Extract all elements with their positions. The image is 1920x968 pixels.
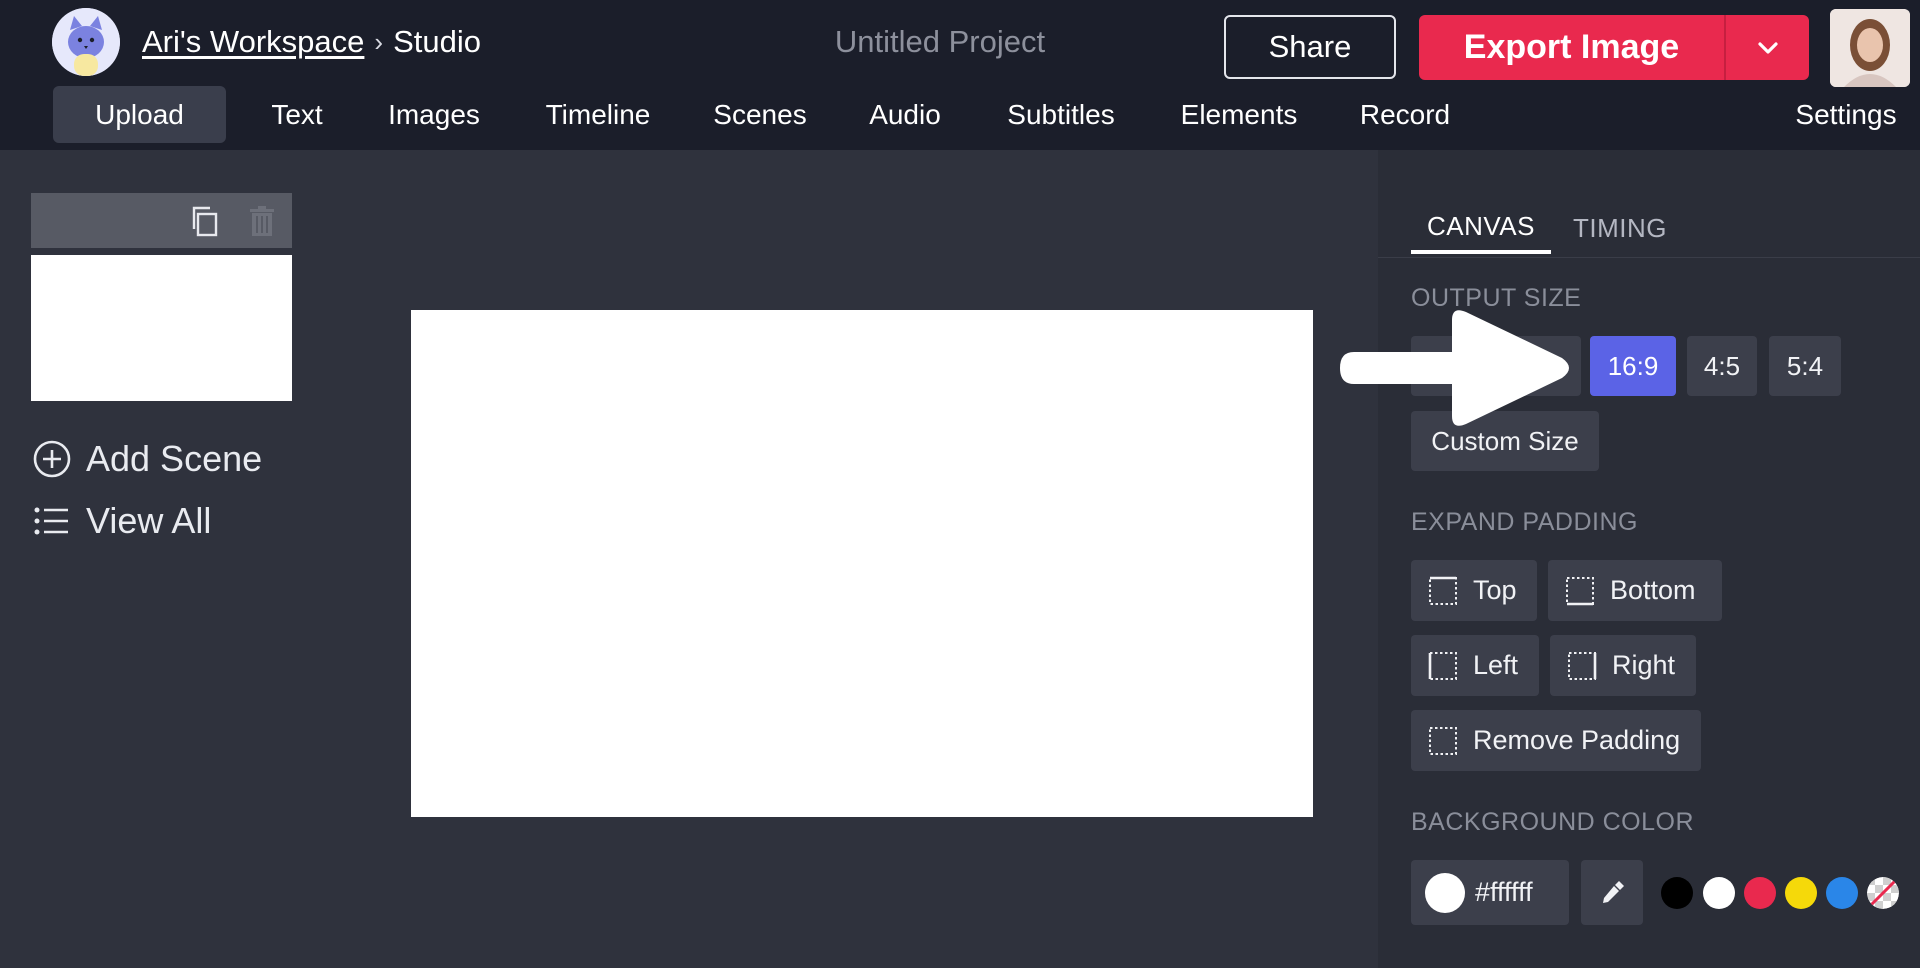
tab-canvas[interactable]: CANVAS xyxy=(1411,202,1551,254)
cat-logo-icon xyxy=(52,8,120,76)
pad-right-icon xyxy=(1568,651,1597,680)
output-size-5-4[interactable]: 5:4 xyxy=(1769,336,1841,396)
pad-bottom-button[interactable]: Bottom xyxy=(1548,560,1722,621)
trash-icon xyxy=(250,206,274,236)
nav-scenes[interactable]: Scenes xyxy=(704,86,816,143)
tab-divider xyxy=(1378,257,1920,258)
eyedropper-button[interactable] xyxy=(1581,860,1643,925)
nav-timeline[interactable]: Timeline xyxy=(534,86,662,143)
pad-left-icon xyxy=(1428,651,1457,680)
chevron-down-icon xyxy=(1757,41,1778,54)
duplicate-scene-button[interactable] xyxy=(187,203,223,239)
eyedropper-icon xyxy=(1603,880,1624,903)
tab-timing[interactable]: TIMING xyxy=(1564,202,1676,254)
remove-padding-label: Remove Padding xyxy=(1473,725,1681,755)
main-nav: Upload Text Images Timeline Scenes Audio… xyxy=(0,86,1920,144)
background-color-picker[interactable]: #ffffff xyxy=(1411,860,1569,925)
breadcrumb-current: Studio xyxy=(393,24,481,59)
custom-size-button[interactable]: Custom Size xyxy=(1411,411,1599,471)
view-all-scenes-button[interactable]: View All xyxy=(32,500,211,542)
export-button-group: Export Image xyxy=(1419,15,1809,80)
output-size-hidden-option[interactable] xyxy=(1411,336,1581,396)
scene-card[interactable] xyxy=(31,193,292,401)
nav-upload[interactable]: Upload xyxy=(53,86,226,143)
output-size-4-5[interactable]: 4:5 xyxy=(1687,336,1757,396)
swatch-blue[interactable] xyxy=(1826,877,1858,909)
add-scene-button[interactable]: Add Scene xyxy=(32,438,262,480)
pad-right-label: Right xyxy=(1612,650,1676,680)
top-header: Ari's Workspace › Studio Untitled Projec… xyxy=(0,0,1920,150)
pad-left-label: Left xyxy=(1473,650,1519,680)
pad-top-icon xyxy=(1429,576,1457,605)
swatch-black[interactable] xyxy=(1661,877,1693,909)
view-all-label: View All xyxy=(86,500,212,541)
background-color-preview xyxy=(1425,872,1465,913)
output-size-16-9[interactable]: 16:9 xyxy=(1590,336,1676,396)
pad-left-button[interactable]: Left xyxy=(1411,635,1539,696)
swatch-white[interactable] xyxy=(1703,877,1735,909)
scene-thumbnail[interactable] xyxy=(31,255,292,401)
nav-settings[interactable]: Settings xyxy=(1790,86,1902,143)
nav-text[interactable]: Text xyxy=(258,86,336,143)
workspace-logo[interactable] xyxy=(52,8,120,76)
editor-canvas[interactable] xyxy=(411,310,1313,817)
breadcrumb-separator: › xyxy=(374,26,384,57)
export-image-button[interactable]: Export Image xyxy=(1419,15,1724,80)
breadcrumb: Ari's Workspace › Studio xyxy=(142,20,481,64)
nav-elements[interactable]: Elements xyxy=(1170,86,1308,143)
nav-subtitles[interactable]: Subtitles xyxy=(996,86,1126,143)
nav-images[interactable]: Images xyxy=(380,86,488,143)
properties-panel: CANVAS TIMING OUTPUT SIZE 16:9 4:5 5:4 C… xyxy=(1378,150,1920,968)
nav-audio[interactable]: Audio xyxy=(858,86,952,143)
project-title[interactable]: Untitled Project xyxy=(780,24,1100,60)
user-photo-icon xyxy=(1830,9,1910,87)
swatch-yellow[interactable] xyxy=(1785,877,1817,909)
pad-bottom-label: Bottom xyxy=(1610,575,1696,605)
duplicate-icon xyxy=(192,206,218,237)
plus-circle-icon xyxy=(33,440,71,478)
expand-padding-title: EXPAND PADDING xyxy=(1411,508,1638,536)
export-options-button[interactable] xyxy=(1724,15,1809,80)
pad-top-button[interactable]: Top xyxy=(1411,560,1537,621)
delete-scene-button[interactable] xyxy=(244,203,280,239)
transparent-swatch-icon xyxy=(1867,877,1899,909)
list-icon xyxy=(34,507,68,535)
pad-top-label: Top xyxy=(1473,575,1517,605)
background-color-hex: #ffffff xyxy=(1475,877,1533,907)
user-avatar[interactable] xyxy=(1830,9,1910,87)
nav-record[interactable]: Record xyxy=(1352,86,1458,143)
add-scene-label: Add Scene xyxy=(86,438,263,479)
swatch-red[interactable] xyxy=(1744,877,1776,909)
workspace-link[interactable]: Ari's Workspace xyxy=(142,24,364,60)
pad-right-button[interactable]: Right xyxy=(1550,635,1696,696)
share-button[interactable]: Share xyxy=(1224,15,1396,79)
background-color-title: BACKGROUND COLOR xyxy=(1411,808,1695,836)
output-size-title: OUTPUT SIZE xyxy=(1411,284,1582,312)
swatch-transparent[interactable] xyxy=(1867,877,1899,909)
scene-toolbar xyxy=(31,193,292,248)
remove-padding-button[interactable]: Remove Padding xyxy=(1411,710,1701,771)
pad-bottom-icon xyxy=(1566,576,1594,605)
remove-padding-icon xyxy=(1429,726,1457,755)
